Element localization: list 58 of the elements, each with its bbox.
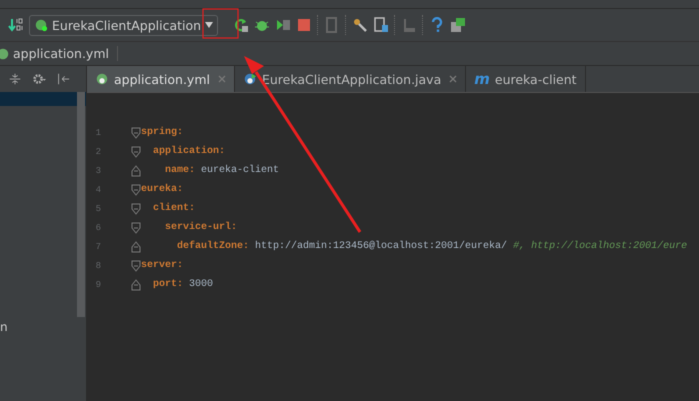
close-icon[interactable] [218, 75, 226, 83]
pin-icon[interactable] [56, 72, 70, 86]
caret-icon [205, 22, 214, 28]
maven-icon: m [474, 70, 490, 88]
rerun-icon[interactable] [233, 17, 250, 33]
yaml-key: spring: [141, 127, 184, 138]
fold-end-icon[interactable] [131, 278, 141, 290]
sort-icon[interactable] [8, 17, 24, 33]
yaml-value: 3000 [189, 279, 214, 290]
highlight-rectangle [202, 8, 239, 39]
yaml-key: defaultZone: [177, 241, 250, 252]
fold-end-icon[interactable] [131, 164, 141, 176]
yaml-key: client: [153, 203, 196, 214]
code-comment: #, http://localhost:2001/eure [513, 241, 688, 252]
line-number: 2 [94, 146, 101, 156]
line-number: 1 [94, 128, 101, 138]
save-icon[interactable] [450, 17, 466, 33]
editor-tab[interactable]: m eureka-client [466, 66, 586, 92]
line-number: 7 [94, 242, 101, 252]
collapse-icon[interactable] [8, 72, 22, 86]
wrench-icon[interactable] [352, 17, 368, 33]
run-config-dropdown[interactable]: EurekaClientApplication [29, 14, 218, 36]
sdk-icon[interactable] [401, 17, 418, 33]
fold-icon[interactable] [131, 222, 141, 234]
class-file-icon [242, 72, 257, 86]
yaml-key: name: [165, 165, 196, 176]
fold-icon[interactable] [131, 260, 141, 272]
fold-end-icon[interactable] [131, 240, 141, 252]
settings-icon[interactable] [32, 72, 46, 86]
fold-icon[interactable] [131, 202, 141, 214]
line-number: 8 [94, 260, 101, 270]
yaml-value: http://admin:123456@localhost:2001/eureka/ [255, 241, 508, 252]
structure-icon[interactable] [373, 17, 390, 33]
spring-file-icon [0, 46, 10, 60]
stop-icon[interactable] [296, 17, 312, 33]
line-number: 9 [94, 280, 101, 290]
line-number: 4 [94, 184, 101, 194]
yaml-key: service-url: [165, 222, 238, 233]
breadcrumb-item[interactable]: application.yml [0, 46, 118, 61]
yaml-value: eureka-client [201, 165, 280, 176]
selected-tree-row[interactable] [0, 92, 86, 106]
yaml-key: eureka: [141, 184, 184, 195]
yaml-key: application: [153, 146, 226, 157]
fold-icon[interactable] [131, 184, 141, 196]
line-number: 5 [94, 204, 101, 214]
coverage-icon[interactable] [275, 17, 292, 33]
yaml-key: port: [153, 279, 184, 290]
editor-tab[interactable]: application.yml [87, 66, 235, 92]
yaml-key: server: [141, 260, 184, 271]
line-number: 3 [94, 166, 101, 176]
close-icon[interactable] [449, 75, 458, 83]
fold-icon[interactable] [131, 126, 141, 138]
tree-item-text[interactable]: n [0, 320, 8, 334]
spring-file-icon [95, 72, 109, 86]
scrollbar[interactable] [77, 92, 85, 317]
line-number: 6 [94, 222, 101, 232]
fold-icon[interactable] [131, 146, 141, 158]
spring-boot-icon [34, 18, 48, 32]
